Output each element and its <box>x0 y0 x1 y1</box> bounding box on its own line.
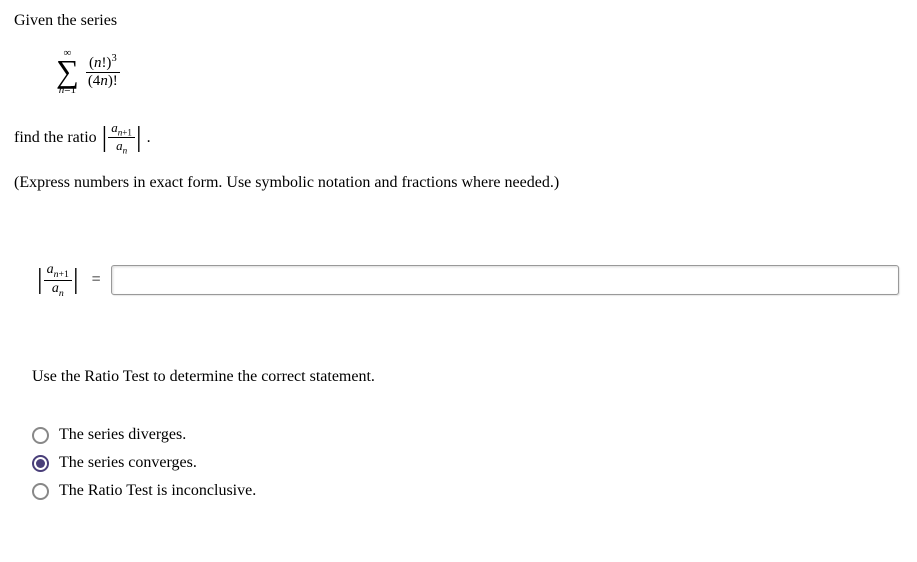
abs-bar-right: | <box>72 266 80 294</box>
series-denominator: (4n)! <box>85 73 121 90</box>
radio-dot <box>36 459 45 468</box>
sigma-lower-limit: n=1 <box>59 85 76 96</box>
ratio-denominator: an <box>113 138 130 156</box>
answer-ratio-numerator: an+1 <box>44 262 72 281</box>
abs-bar-left: | <box>101 124 109 152</box>
abs-bar-right: | <box>135 124 143 152</box>
answer-ratio-fraction: an+1 an <box>44 262 72 299</box>
series-numerator: (n!)3 <box>86 53 120 73</box>
series-formula: ∞ ∑ n=1 (n!)3 (4n)! <box>56 48 903 96</box>
find-ratio-suffix: . <box>147 129 151 147</box>
sigma-block: ∞ ∑ n=1 <box>56 48 79 96</box>
second-prompt: Use the Ratio Test to determine the corr… <box>32 368 903 386</box>
radio-circle[interactable] <box>32 427 49 444</box>
radio-label: The series diverges. <box>59 426 186 444</box>
answer-row: | an+1 an | = <box>32 262 903 299</box>
radio-option-converges[interactable]: The series converges. <box>32 454 903 472</box>
radio-circle[interactable] <box>32 483 49 500</box>
intro-text: Given the series <box>14 12 903 30</box>
radio-option-inconclusive[interactable]: The Ratio Test is inconclusive. <box>32 482 903 500</box>
radio-circle[interactable] <box>32 455 49 472</box>
radio-option-diverges[interactable]: The series diverges. <box>32 426 903 444</box>
sigma-symbol: ∑ <box>56 59 79 85</box>
ratio-expression: | an+1 an | <box>101 120 143 156</box>
ratio-fraction: an+1 an <box>108 120 135 156</box>
series-fraction: (n!)3 (4n)! <box>85 53 121 90</box>
radio-label: The Ratio Test is inconclusive. <box>59 482 256 500</box>
answer-input[interactable] <box>111 265 899 295</box>
find-ratio-prefix: find the ratio <box>14 129 97 147</box>
answer-ratio-expression: | an+1 an | <box>36 262 80 299</box>
answer-ratio-denominator: an <box>49 281 67 299</box>
instruction-text: (Express numbers in exact form. Use symb… <box>14 174 903 192</box>
radio-group: The series diverges. The series converge… <box>32 426 903 500</box>
abs-bar-left: | <box>36 266 44 294</box>
find-ratio-line: find the ratio | an+1 an | . <box>14 120 903 156</box>
radio-label: The series converges. <box>59 454 197 472</box>
equals-sign: = <box>92 271 101 289</box>
ratio-numerator: an+1 <box>108 120 135 139</box>
